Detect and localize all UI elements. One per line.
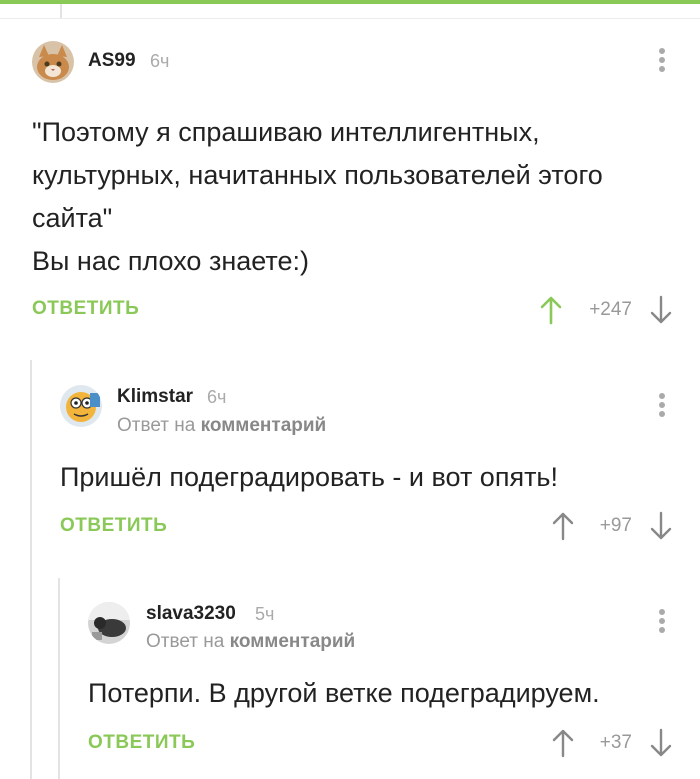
comment-text-line: Пришёл подеградировать - и вот опять!: [60, 462, 558, 492]
comment-author[interactable]: Klimstar: [117, 386, 193, 408]
comment-rating: +247: [589, 299, 632, 320]
reply-button[interactable]: ОТВЕТИТЬ: [88, 732, 195, 754]
reply-to-line: Ответ на комментарий: [117, 415, 326, 437]
downvote-arrow-icon[interactable]: [650, 295, 672, 325]
downvote-arrow-icon[interactable]: [650, 728, 672, 758]
reply-to-link[interactable]: комментарий: [201, 415, 327, 436]
comment-text: "Поэтому я спрашиваю интеллигентных, кул…: [32, 111, 672, 283]
thread-line: [30, 360, 32, 779]
comment-text-line: "Поэтому я спрашиваю интеллигентных,: [32, 117, 540, 147]
reply-button[interactable]: ОТВЕТИТЬ: [32, 298, 139, 320]
comment-text-line: культурных, начитанных пользователей это…: [32, 160, 603, 190]
reply-to-line: Ответ на комментарий: [146, 631, 355, 653]
comment-text: Пришёл подеградировать - и вот опять!: [60, 456, 670, 499]
comment-time: 5ч: [255, 604, 275, 624]
comment-text: Потерпи. В другой ветке подеградируем.: [88, 672, 678, 715]
avatar[interactable]: [88, 602, 130, 644]
divider: [0, 18, 700, 19]
reply-to-prefix: Ответ на: [146, 631, 225, 652]
comment-text-line: сайта": [32, 203, 113, 233]
reply-button[interactable]: ОТВЕТИТЬ: [60, 515, 167, 537]
more-vertical-icon[interactable]: [657, 609, 667, 639]
upvote-arrow-icon[interactable]: [552, 728, 574, 758]
thread-line: [58, 578, 60, 779]
avatar[interactable]: [32, 41, 74, 83]
comment-rating: +97: [599, 515, 632, 536]
comment-author[interactable]: AS99: [88, 50, 136, 72]
comment-text-line: Вы нас плохо знаете:): [32, 246, 309, 276]
more-vertical-icon[interactable]: [657, 48, 667, 78]
comment-rating: +37: [599, 732, 632, 753]
comment-time: 6ч: [207, 387, 227, 407]
reply-to-prefix: Ответ на: [117, 415, 196, 436]
downvote-arrow-icon[interactable]: [650, 511, 672, 541]
upvote-arrow-icon[interactable]: [552, 511, 574, 541]
comment-time: 6ч: [150, 51, 170, 71]
reply-to-link[interactable]: комментарий: [230, 631, 356, 652]
upvote-arrow-icon[interactable]: [540, 295, 562, 325]
comment-text-line: Потерпи. В другой ветке подеградируем.: [88, 678, 600, 708]
top-accent-bar: [0, 0, 700, 4]
more-vertical-icon[interactable]: [657, 393, 667, 423]
comment-author[interactable]: slava3230: [146, 603, 236, 625]
thread-line: [60, 4, 62, 18]
avatar[interactable]: [60, 385, 102, 427]
